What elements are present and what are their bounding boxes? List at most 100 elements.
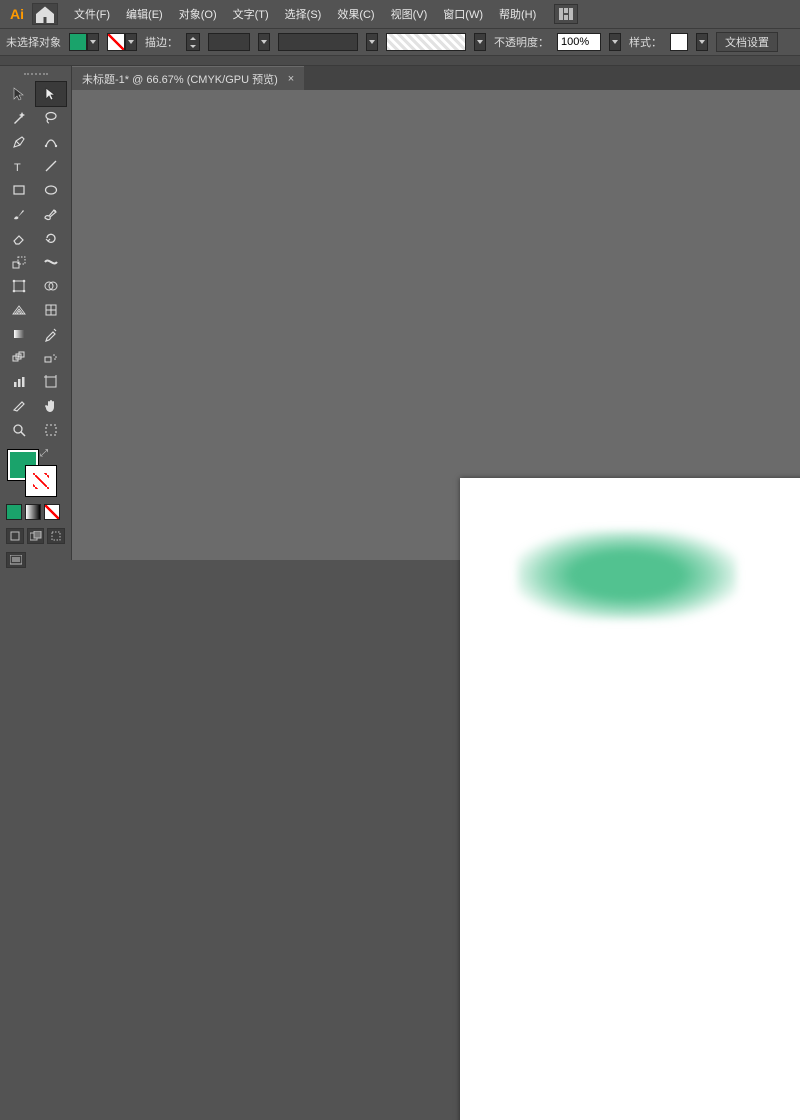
fill-dropdown[interactable]	[87, 33, 99, 51]
selection-status: 未选择对象	[6, 34, 61, 50]
graph-icon	[11, 374, 27, 390]
panel-grip[interactable]	[0, 70, 71, 80]
draw-behind[interactable]	[27, 528, 45, 544]
rotate-tool[interactable]	[36, 226, 66, 250]
opacity-field[interactable]: 100%	[557, 33, 601, 51]
main-menu: 文件(F) 编辑(E) 对象(O) 文字(T) 选择(S) 效果(C) 视图(V…	[66, 2, 544, 26]
swap-fill-stroke[interactable]: ⤢	[40, 448, 48, 459]
mesh-tool[interactable]	[36, 298, 66, 322]
draw-inside-icon	[51, 531, 61, 541]
lasso-icon	[43, 110, 59, 126]
artboard-icon	[43, 374, 59, 390]
arrange-documents-button[interactable]	[554, 4, 578, 24]
scale-tool[interactable]	[4, 250, 34, 274]
color-mode-gradient[interactable]	[25, 504, 41, 520]
menu-help[interactable]: 帮助(H)	[491, 2, 544, 26]
perspective-grid-tool[interactable]	[4, 298, 34, 322]
menu-edit[interactable]: 编辑(E)	[118, 2, 171, 26]
fill-swatch-group	[69, 33, 99, 51]
menu-effect[interactable]: 效果(C)	[329, 2, 382, 26]
lasso-tool[interactable]	[36, 106, 66, 130]
pen-icon	[11, 134, 27, 150]
ellipse-tool[interactable]	[36, 178, 66, 202]
canvas-area[interactable]	[72, 90, 800, 560]
menu-view[interactable]: 视图(V)	[383, 2, 436, 26]
tools-panel: T ⤢	[0, 66, 72, 560]
stroke-dropdown[interactable]	[125, 33, 137, 51]
opacity-dropdown[interactable]	[609, 33, 621, 51]
brush-dropdown[interactable]	[474, 33, 486, 51]
style-dropdown[interactable]	[696, 33, 708, 51]
artboard-tool[interactable]	[36, 370, 66, 394]
eyedropper-tool[interactable]	[36, 322, 66, 346]
zoom-tool[interactable]	[4, 418, 34, 442]
blend-tool[interactable]	[4, 346, 34, 370]
app-logo: Ai	[4, 3, 30, 25]
mesh-icon	[43, 302, 59, 318]
color-mode-solid[interactable]	[6, 504, 22, 520]
column-graph-tool[interactable]	[4, 370, 34, 394]
direct-selection-tool[interactable]	[36, 82, 66, 106]
opacity-label: 不透明度：	[494, 34, 549, 50]
width-tool[interactable]	[36, 250, 66, 274]
stroke-weight-field[interactable]	[208, 33, 250, 51]
slice-tool[interactable]	[4, 394, 34, 418]
draw-inside[interactable]	[47, 528, 65, 544]
magic-wand-tool[interactable]	[4, 106, 34, 130]
document-tab[interactable]: 未标题-1* @ 66.67% (CMYK/GPU 预览) ×	[72, 66, 304, 90]
scale-icon	[11, 254, 27, 270]
wand-icon	[11, 110, 27, 126]
color-mode-row	[0, 500, 71, 524]
menu-object[interactable]: 对象(O)	[171, 2, 225, 26]
rectangle-tool[interactable]	[4, 178, 34, 202]
stroke-weight-dropdown[interactable]	[258, 33, 270, 51]
stroke-label: 描边：	[145, 34, 178, 50]
rectangle-icon	[11, 182, 27, 198]
line-segment-tool[interactable]	[36, 154, 66, 178]
hand-icon	[43, 398, 59, 414]
stroke-swatch[interactable]	[107, 33, 125, 51]
document-setup-button[interactable]: 文档设置	[716, 32, 778, 52]
menu-window[interactable]: 窗口(W)	[435, 2, 491, 26]
curvature-tool[interactable]	[36, 130, 66, 154]
free-transform-tool[interactable]	[4, 274, 34, 298]
transform-icon	[11, 278, 27, 294]
home-icon	[33, 2, 57, 26]
gradient-tool[interactable]	[4, 322, 34, 346]
paintbrush-tool[interactable]	[4, 202, 34, 226]
eraser-tool[interactable]	[4, 226, 34, 250]
draw-normal[interactable]	[6, 528, 24, 544]
type-tool[interactable]: T	[4, 154, 34, 178]
color-mode-none[interactable]	[44, 504, 60, 520]
brush-definition[interactable]	[386, 33, 466, 51]
screen-mode-button[interactable]	[6, 552, 26, 568]
menu-file[interactable]: 文件(F)	[66, 2, 118, 26]
variable-width-profile[interactable]	[278, 33, 358, 51]
symbol-sprayer-tool[interactable]	[36, 346, 66, 370]
shape-builder-tool[interactable]	[36, 274, 66, 298]
eraser-icon	[11, 230, 27, 246]
menu-select[interactable]: 选择(S)	[277, 2, 330, 26]
hand-tool[interactable]	[36, 394, 66, 418]
style-label: 样式：	[629, 34, 662, 50]
blob-brush-tool[interactable]	[36, 202, 66, 226]
fill-stroke-controls: ⤢	[0, 444, 71, 500]
app-menubar: Ai 文件(F) 编辑(E) 对象(O) 文字(T) 选择(S) 效果(C) 视…	[0, 0, 800, 28]
stroke-color-box[interactable]	[26, 466, 56, 496]
blend-icon	[11, 350, 27, 366]
blurred-rectangle-object[interactable]	[517, 530, 737, 620]
selection-tool[interactable]	[4, 82, 34, 106]
tiling-icon	[43, 422, 59, 438]
width-profile-dropdown[interactable]	[366, 33, 378, 51]
stroke-weight-stepper[interactable]	[186, 33, 200, 51]
tool-grid: T	[0, 80, 71, 444]
fill-swatch[interactable]	[69, 33, 87, 51]
cursor-light-icon	[43, 86, 59, 102]
menu-type[interactable]: 文字(T)	[225, 2, 277, 26]
tab-close-button[interactable]: ×	[288, 73, 294, 85]
graphic-style-swatch[interactable]	[670, 33, 688, 51]
brush-icon	[11, 206, 27, 222]
home-button[interactable]	[32, 3, 58, 25]
print-tiling-tool[interactable]	[36, 418, 66, 442]
pen-tool[interactable]	[4, 130, 34, 154]
